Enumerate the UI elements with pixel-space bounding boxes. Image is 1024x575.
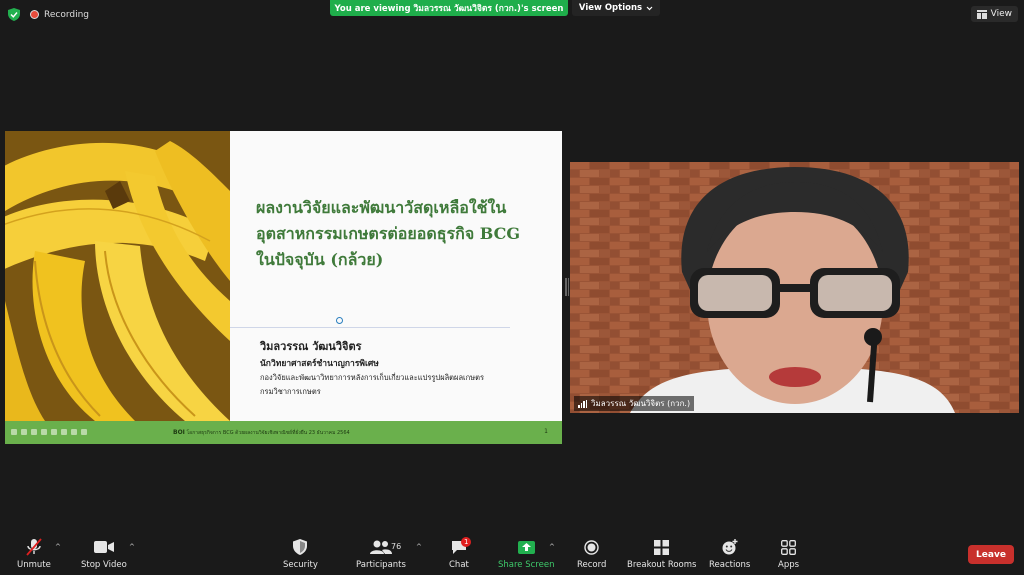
view-options-label: View Options <box>578 3 643 13</box>
author-division: กองวิจัยและพัฒนาวิทยาการหลังการเก็บเกี่ย… <box>260 373 484 382</box>
record-button[interactable]: Record <box>577 538 606 570</box>
reactions-button[interactable]: Reactions <box>709 538 750 570</box>
slide-number: 1 <box>544 428 548 435</box>
share-screen-icon <box>517 538 535 556</box>
camera-icon <box>93 538 114 556</box>
breakout-rooms-icon <box>654 538 670 556</box>
record-icon <box>584 538 599 556</box>
slide-divider <box>230 327 510 328</box>
viewing-banner: You are viewing วิมลวรรณ วัฒนวิจิตร (กวก… <box>330 0 568 16</box>
participants-icon <box>369 538 392 556</box>
video-frame <box>570 162 1019 413</box>
mic-muted-icon <box>26 538 42 556</box>
share-screen-button[interactable]: Share Screen <box>498 538 554 570</box>
share-screen-label: Share Screen <box>498 560 555 570</box>
apps-icon <box>781 538 796 556</box>
breakout-rooms-button[interactable]: Breakout Rooms <box>627 538 696 570</box>
participant-name-tag: วิมลวรรณ วัฒนวิจิตร (กวก.) <box>574 396 695 411</box>
participant-video[interactable]: วิมลวรรณ วัฒนวิจิตร (กวก.) <box>570 162 1019 413</box>
security-label: Security <box>283 560 318 570</box>
view-options-button[interactable]: View Options <box>572 0 660 16</box>
chevron-up-icon[interactable]: ^ <box>55 543 61 551</box>
security-shield-icon <box>293 538 308 556</box>
slide-control-icons <box>11 429 87 435</box>
shield-icon[interactable] <box>8 8 20 21</box>
recording-icon <box>30 10 39 19</box>
banana-image <box>5 131 230 421</box>
view-grid-icon <box>976 9 987 19</box>
slide-title-line: ในปัจจุบัน (กล้วย) <box>256 250 384 269</box>
unmute-label: Unmute <box>17 560 51 570</box>
participants-count: 76 <box>391 542 402 551</box>
author-department: กรมวิชาการเกษตร <box>260 387 321 396</box>
unmute-button[interactable]: Unmute <box>17 538 51 570</box>
chat-label: Chat <box>449 560 469 570</box>
meeting-toolbar: Unmute ^ Stop Video ^ Security Participa… <box>0 532 1024 575</box>
slide-title: ผลงานวิจัยและพัฒนาวัสดุเหลือใช้ใน อุตสาห… <box>256 195 556 273</box>
chat-badge: 1 <box>461 537 472 547</box>
apps-label: Apps <box>778 560 800 570</box>
reactions-icon <box>722 538 738 556</box>
stop-video-button[interactable]: Stop Video <box>81 538 127 570</box>
recording-label: Recording <box>44 9 90 20</box>
record-label: Record <box>577 560 607 570</box>
chevron-up-icon[interactable]: ^ <box>549 543 555 551</box>
slide-text-area: ผลงานวิจัยและพัฒนาวัสดุเหลือใช้ใน อุตสาห… <box>230 131 562 421</box>
chevron-down-icon <box>646 6 653 10</box>
leave-button[interactable]: Leave <box>968 545 1014 564</box>
slide-author: วิมลวรรณ วัฒนวิจิตร <box>260 340 362 353</box>
apps-button[interactable]: Apps <box>778 538 799 570</box>
security-button[interactable]: Security <box>283 538 318 570</box>
shared-screen-slide[interactable]: ผลงานวิจัยและพัฒนาวัสดุเหลือใช้ใน อุตสาห… <box>5 131 562 444</box>
meeting-status: Recording <box>8 8 89 21</box>
participant-name: วิมลวรรณ วัฒนวิจิตร (กวก.) <box>591 399 691 408</box>
view-label: View <box>990 9 1012 19</box>
slide-footer-text: BOI โอกาสธุรกิจการ BCG ด้วยผลงานวิจัยเชิ… <box>173 429 350 436</box>
stop-video-label: Stop Video <box>81 560 127 570</box>
chevron-up-icon[interactable]: ^ <box>129 543 135 551</box>
recording-indicator[interactable]: Recording <box>30 10 89 20</box>
slide-footer: BOI โอกาสธุรกิจการ BCG ด้วยผลงานวิจัยเชิ… <box>5 421 562 444</box>
participants-label: Participants <box>356 560 406 570</box>
reactions-label: Reactions <box>709 560 751 570</box>
signal-bars-icon <box>578 399 587 408</box>
author-info: นักวิทยาศาสตร์ชำนาญการพิเศษ กองวิจัยและพ… <box>260 357 484 399</box>
split-view-handle[interactable] <box>565 278 568 296</box>
breakout-rooms-label: Breakout Rooms <box>627 560 697 570</box>
chevron-up-icon[interactable]: ^ <box>416 543 422 551</box>
slide-title-line: ผลงานวิจัยและพัฒนาวัสดุเหลือใช้ใน <box>256 198 507 217</box>
slide-title-line: อุตสาหกรรมเกษตรต่อยอดธุรกิจ BCG <box>256 224 520 243</box>
author-position: นักวิทยาศาสตร์ชำนาญการพิเศษ <box>260 359 379 369</box>
view-button[interactable]: View <box>970 6 1018 22</box>
circle-marker-icon <box>336 317 343 324</box>
